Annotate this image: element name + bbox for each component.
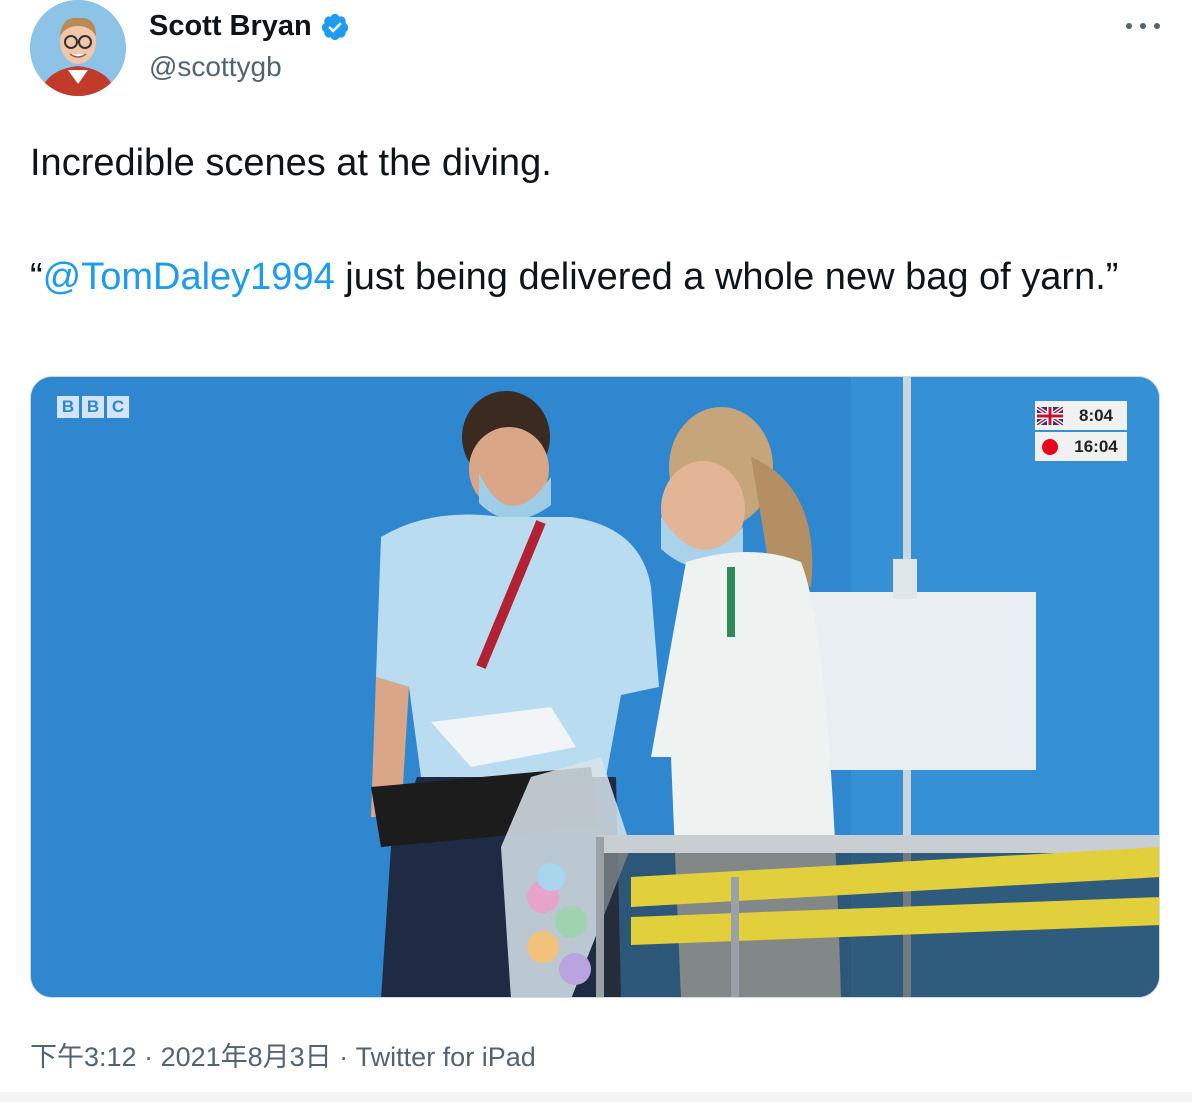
divider [0,1092,1192,1102]
bbc-letter: B [57,396,79,418]
time-overlay: 8:04 16:04 [1035,401,1127,461]
bbc-logo: B B C [57,396,129,418]
verified-badge-icon [321,13,348,40]
japan-time: 16:04 [1074,436,1118,456]
tweet-metadata: 下午3:12 · 2021年8月3日 · Twitter for iPad [30,1035,536,1074]
profile-photo-icon [30,0,126,96]
tweet-media-image[interactable]: B B C 8:04 16:04 [30,376,1160,998]
author-handle[interactable]: @scottygb [149,51,282,83]
avatar[interactable] [30,0,126,96]
dot-icon [1126,23,1132,29]
uk-flag-icon [1035,401,1065,430]
more-options-button[interactable] [1126,14,1160,38]
bbc-letter: B [82,396,104,418]
quote-rest: just being delivered a whole new bag of … [334,256,1119,298]
tweet-time-link[interactable]: 下午3:12 [30,1042,137,1072]
separator: · [136,1042,161,1072]
author-name-link[interactable]: Scott Bryan [149,10,350,43]
mention-link[interactable]: @TomDaley1994 [43,256,335,298]
dot-icon [1154,23,1160,29]
tweet-date-link[interactable]: 2021年8月3日 [161,1042,332,1072]
tweet-text: Incredible scenes at the diving. “@TomDa… [30,135,1160,306]
author-name: Scott Bryan [149,10,312,42]
bbc-letter: C [107,396,129,418]
tweet-line-1: Incredible scenes at the diving. [30,142,552,184]
uk-time: 8:04 [1078,405,1114,425]
japan-flag-icon [1035,432,1065,461]
japan-time-row: 16:04 [1035,432,1127,461]
tweet-source-link[interactable]: Twitter for iPad [356,1042,536,1072]
separator: · [331,1042,356,1072]
dot-icon [1140,23,1146,29]
uk-time-row: 8:04 [1035,401,1127,430]
diving-scene-illustration [31,377,1159,997]
quote-open: “ [30,256,43,298]
